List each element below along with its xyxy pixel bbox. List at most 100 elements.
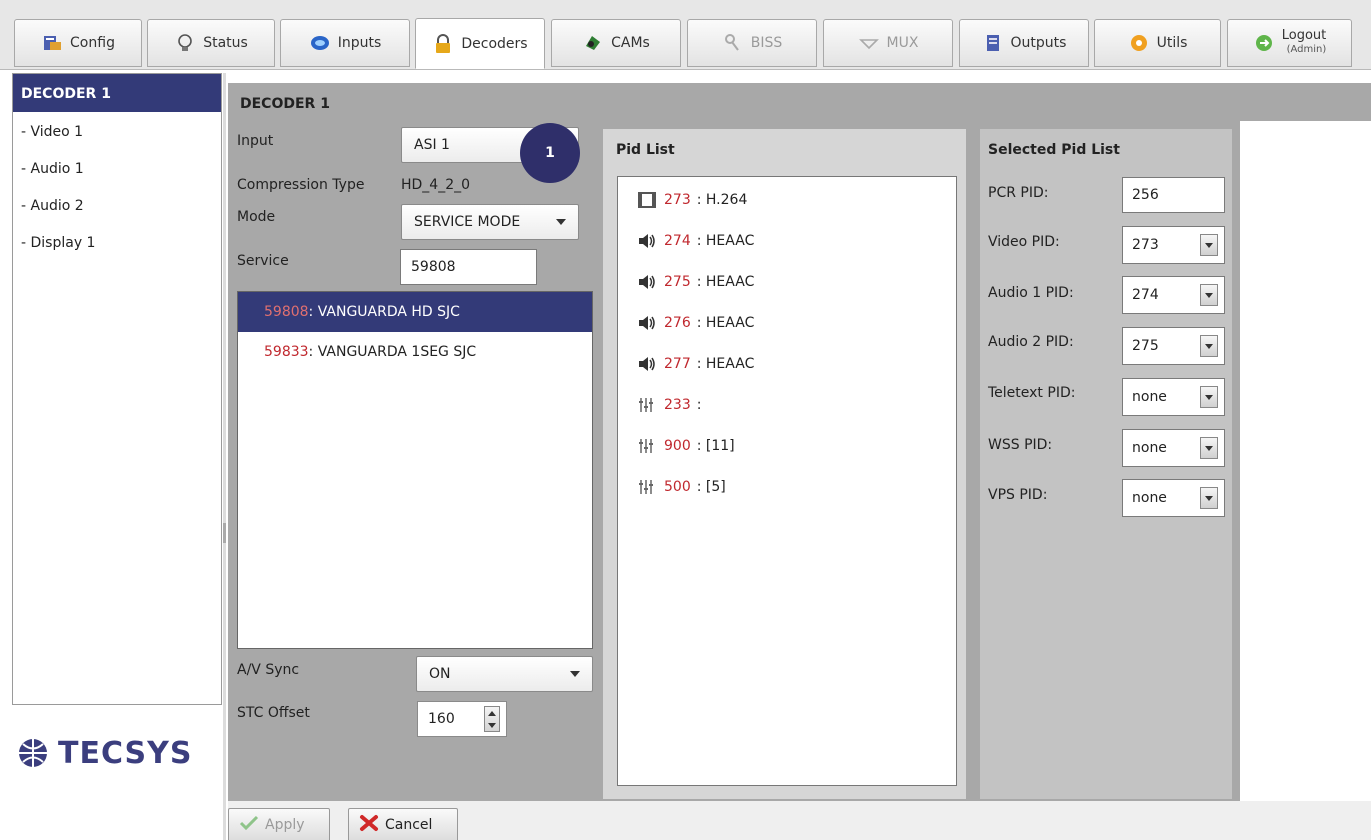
av-sync-label: A/V Sync [237, 662, 300, 678]
dropdown-button[interactable] [1200, 386, 1218, 408]
tab-config[interactable]: Config [14, 19, 142, 67]
sidebar-item-audio-2[interactable]: - Audio 2 [13, 186, 221, 223]
chevron-down-icon [1205, 394, 1213, 400]
dropdown-button[interactable] [1200, 437, 1218, 459]
tab-biss[interactable]: BISS [687, 19, 817, 67]
wss-pid-select[interactable]: none [1122, 429, 1225, 467]
stepper-up-icon[interactable] [488, 710, 496, 716]
sidebar-item-decoder-1[interactable]: DECODER 1 [13, 74, 221, 112]
pid-type: : [696, 396, 702, 413]
av-sync-select[interactable]: ON [416, 656, 593, 692]
service-input[interactable]: 59808 [400, 249, 537, 285]
list-item[interactable]: 900 : [11] [618, 425, 956, 466]
apply-label: Apply [265, 817, 305, 833]
dropdown-button[interactable] [1200, 335, 1218, 357]
panel-splitter[interactable] [223, 73, 226, 840]
wss-pid-value: none [1132, 440, 1167, 456]
vps-pid-value: none [1132, 490, 1167, 506]
list-item[interactable]: 273 : H.264 [618, 179, 956, 220]
pid-type: : HEAAC [696, 232, 755, 249]
audio-icon [636, 354, 658, 374]
stc-offset-stepper[interactable]: 160 [417, 701, 507, 737]
tab-decoders-label: Decoders [461, 35, 528, 52]
stepper-buttons[interactable] [484, 706, 500, 732]
pcr-pid-input[interactable]: 256 [1122, 177, 1225, 213]
logout-icon [1253, 32, 1275, 54]
service-row[interactable]: 59833 : VANGUARDA 1SEG SJC [238, 332, 592, 372]
stepper-down-icon[interactable] [488, 722, 496, 728]
cancel-button[interactable]: Cancel [348, 808, 458, 840]
pid-list[interactable]: 273 : H.264 274 : HEAAC 275 : HEAAC 276 … [617, 176, 957, 786]
sidebar-item-display-1[interactable]: - Display 1 [13, 223, 221, 260]
pid-list-title: Pid List [616, 142, 675, 158]
data-icon [636, 436, 658, 456]
tab-status[interactable]: Status [147, 19, 275, 67]
chevron-down-icon [1205, 242, 1213, 248]
chevron-down-icon [1205, 445, 1213, 451]
service-id: 59833 [264, 344, 309, 360]
tab-mux[interactable]: MUX [823, 19, 953, 67]
check-icon [239, 815, 259, 835]
wss-pid-label: WSS PID: [988, 437, 1053, 453]
cam-icon [582, 32, 604, 54]
utils-icon [1128, 32, 1150, 54]
video-icon [636, 190, 658, 210]
mode-select-value: SERVICE MODE [414, 214, 521, 230]
input-select-value: ASI 1 [414, 137, 450, 153]
service-list[interactable]: 59808 : VANGUARDA HD SJC 59833 : VANGUAR… [237, 291, 593, 649]
video-pid-select[interactable]: 273 [1122, 226, 1225, 264]
step-number-badge: 1 [520, 123, 580, 183]
av-sync-select-value: ON [429, 666, 451, 682]
data-icon [636, 477, 658, 497]
pid-number: 274 [664, 232, 691, 249]
audio2-pid-value: 275 [1132, 338, 1159, 354]
service-name: : VANGUARDA HD SJC [308, 304, 460, 320]
inputs-icon [309, 32, 331, 54]
audio2-pid-select[interactable]: 275 [1122, 327, 1225, 365]
apply-button[interactable]: Apply [228, 808, 330, 840]
splitter-grip[interactable] [223, 523, 226, 543]
list-item[interactable]: 275 : HEAAC [618, 261, 956, 302]
input-label: Input [237, 133, 274, 149]
tab-cams[interactable]: CAMs [551, 19, 681, 67]
audio1-pid-select[interactable]: 274 [1122, 276, 1225, 314]
tab-mux-label: MUX [886, 35, 919, 51]
lock-icon [432, 33, 454, 55]
list-item[interactable]: 277 : HEAAC [618, 343, 956, 384]
dropdown-button[interactable] [1200, 234, 1218, 256]
chevron-down-icon [1205, 343, 1213, 349]
decoder-sidebar: DECODER 1 - Video 1 - Audio 1 - Audio 2 … [12, 73, 222, 705]
chevron-down-icon [556, 219, 566, 225]
video-pid-label: Video PID: [988, 234, 1060, 250]
teletext-pid-select[interactable]: none [1122, 378, 1225, 416]
vps-pid-select[interactable]: none [1122, 479, 1225, 517]
sidebar-item-audio-1[interactable]: - Audio 1 [13, 149, 221, 186]
tab-outputs[interactable]: Outputs [959, 19, 1089, 67]
logo-globe-icon [19, 739, 47, 767]
dropdown-button[interactable] [1200, 284, 1218, 306]
pcr-pid-value: 256 [1132, 187, 1159, 203]
list-item[interactable]: 274 : HEAAC [618, 220, 956, 261]
tab-biss-label: BISS [750, 35, 783, 51]
pid-type: : HEAAC [696, 314, 755, 331]
teletext-pid-label: Teletext PID: [988, 385, 1076, 401]
vps-pid-label: VPS PID: [988, 487, 1048, 503]
tab-utils[interactable]: Utils [1094, 19, 1221, 67]
sidebar-item-video-1[interactable]: - Video 1 [13, 112, 221, 149]
pid-type: : HEAAC [696, 355, 755, 372]
service-input-value: 59808 [411, 259, 456, 275]
list-item[interactable]: 233 : [618, 384, 956, 425]
audio-icon [636, 272, 658, 292]
service-row[interactable]: 59808 : VANGUARDA HD SJC [238, 292, 592, 332]
video-pid-value: 273 [1132, 237, 1159, 253]
list-item[interactable]: 276 : HEAAC [618, 302, 956, 343]
audio-icon [636, 231, 658, 251]
dropdown-button[interactable] [1200, 487, 1218, 509]
logout-button[interactable]: Logout (Admin) [1227, 19, 1352, 67]
tab-decoders[interactable]: Decoders [415, 18, 545, 69]
mode-select[interactable]: SERVICE MODE [401, 204, 579, 240]
list-item[interactable]: 500 : [5] [618, 466, 956, 507]
pid-number: 275 [664, 273, 691, 290]
tab-inputs[interactable]: Inputs [280, 19, 410, 67]
close-icon [359, 814, 379, 836]
